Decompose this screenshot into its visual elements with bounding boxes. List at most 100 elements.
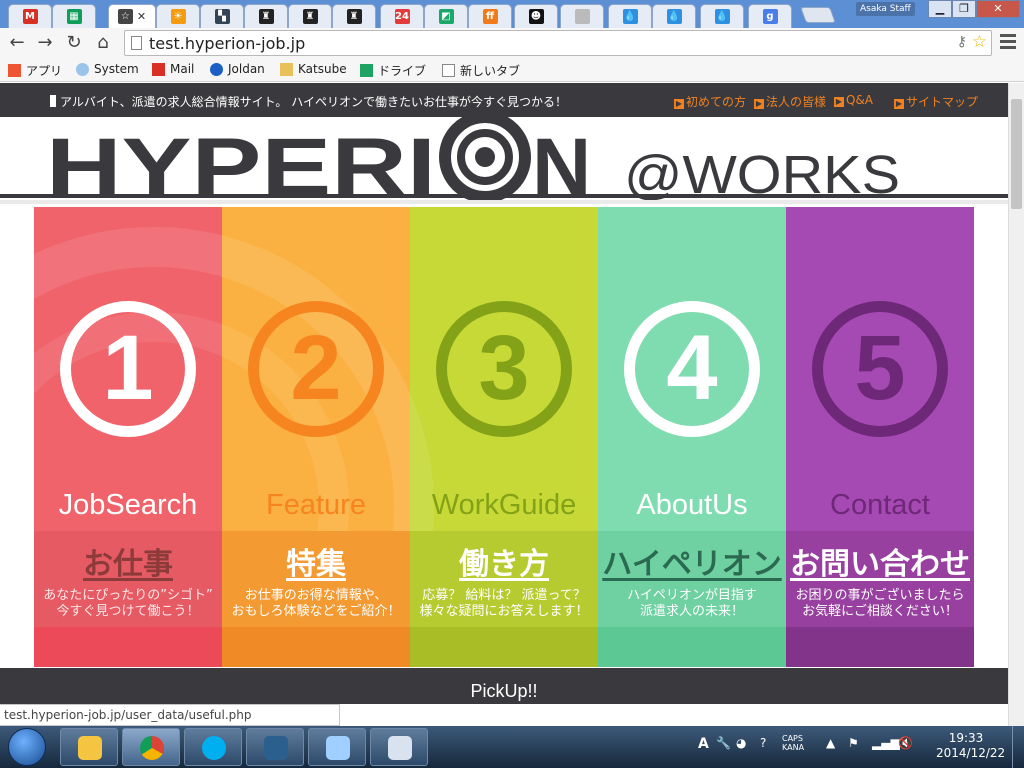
panel-japanese-title[interactable]: ハイペリオン xyxy=(598,539,786,583)
bookmark-star-icon[interactable]: ☆ xyxy=(972,32,987,52)
flag-icon[interactable]: ⚑ xyxy=(848,736,859,750)
profile-button[interactable]: Asaka Staff xyxy=(856,2,915,16)
panel-feature[interactable]: 2 Feature 特集お仕事のお得な情報や、 おもしろ体験などをご紹介！ xyxy=(222,207,410,667)
bookmark-gmail[interactable]: Mail xyxy=(152,62,194,76)
network-icon[interactable]: ▂▄▆ xyxy=(872,736,900,750)
close-tab-icon[interactable]: ✕ xyxy=(137,10,146,23)
panel-english-title: Feature xyxy=(266,489,366,521)
bookmark-joldan[interactable]: Joldan xyxy=(210,62,265,76)
minimize-button[interactable]: ▁ xyxy=(928,0,952,18)
sun-favicon-icon: ☀ xyxy=(170,9,186,24)
close-window-button[interactable]: ✕ xyxy=(976,0,1020,18)
panel-jobsearch[interactable]: 1 JobSearch お仕事 あなたにぴったりの”シゴト” 今すぐ見つけて働こう！ xyxy=(34,207,222,667)
link-first-time[interactable]: ▶ 初めての方 xyxy=(674,93,746,110)
panel-number-5: 5 xyxy=(812,301,948,437)
drive-icon xyxy=(360,64,373,77)
tab-shield3[interactable]: ♜ xyxy=(332,4,376,28)
panel-japanese-title[interactable]: お仕事 xyxy=(34,539,222,583)
taskbar-skype[interactable] xyxy=(184,728,242,766)
url-text[interactable]: test.hyperion-job.jp xyxy=(149,34,305,53)
pickup-heading[interactable]: PickUp!! xyxy=(0,681,1008,702)
tab-ff[interactable]: ff xyxy=(468,4,512,28)
tab-sun[interactable]: ☀ xyxy=(156,4,200,28)
panel-description: お仕事のお得な情報や、 おもしろ体験などをご紹介！ xyxy=(231,588,401,619)
gmail-icon xyxy=(152,62,165,76)
ime-icon[interactable]: A xyxy=(698,736,709,752)
restore-button[interactable]: ❐ xyxy=(952,0,976,18)
shield2-favicon-icon: ♜ xyxy=(302,9,318,24)
new-tab-button[interactable] xyxy=(800,7,836,23)
panel-aboutus[interactable]: 4 AboutUs ハイペリオン ハイペリオンが目指す 派遣求人の未来！ xyxy=(598,207,786,667)
green-favicon-icon: ◩ xyxy=(438,9,454,24)
ime-mode-icon[interactable]: ◕ xyxy=(736,736,746,750)
tab-shield1[interactable]: ♜ xyxy=(244,4,288,28)
tools-icon[interactable]: 🔧 xyxy=(716,736,731,750)
volume-muted-icon[interactable]: 🔇 xyxy=(898,736,913,750)
tray-expand-icon[interactable]: ▲ xyxy=(826,736,835,750)
menu-icon[interactable] xyxy=(1000,34,1016,50)
tab-gmail[interactable]: M xyxy=(8,4,52,28)
tab-doc1[interactable] xyxy=(560,4,604,28)
tab-news[interactable]: ▚ xyxy=(200,4,244,28)
bookmark-apps[interactable]: アプリ xyxy=(8,62,62,79)
bookmark-drive[interactable]: ドライブ xyxy=(360,62,426,79)
forward-button[interactable]: → xyxy=(34,32,56,54)
cloud-icon xyxy=(76,62,89,76)
panel-workguide[interactable]: 3 WorkGuide 働き方 応募？ 給料は？ 派遣って？ 様々な疑問にお答えします… xyxy=(410,207,598,667)
address-bar[interactable]: test.hyperion-job.jp ⚷ ☆ xyxy=(124,30,992,56)
calculator-icon xyxy=(388,736,412,760)
bookmark-page[interactable]: 新しいタブ xyxy=(442,62,520,79)
panel-footer xyxy=(222,627,410,667)
logo-divider-light xyxy=(0,200,1008,204)
bookmark-folder[interactable]: Katsube xyxy=(280,62,347,76)
link-sitemap[interactable]: ▶ サイトマップ xyxy=(894,93,978,110)
windows-taskbar: A 🔧 ◕ ? CAPS KANA ▲ ⚑ ▂▄▆ 🔇 19:33 2014/12/… xyxy=(0,726,1024,768)
site-logo[interactable]: HYPERI N @WORKS xyxy=(0,111,1008,213)
bookmark-cloud[interactable]: System xyxy=(76,62,139,76)
link-qa[interactable]: ▶ Q&A xyxy=(834,93,873,107)
home-button[interactable]: ⌂ xyxy=(92,32,114,54)
start-button[interactable] xyxy=(8,728,46,766)
scroll-thumb[interactable] xyxy=(1011,99,1022,209)
panel-japanese-title[interactable]: 働き方 xyxy=(410,539,598,583)
panel-description: ハイペリオンが目指す 派遣求人の未来！ xyxy=(627,588,757,619)
logo-divider xyxy=(0,194,1008,198)
tab-google[interactable]: g xyxy=(748,4,792,28)
tab-24-7[interactable]: 24 xyxy=(380,4,424,28)
back-button[interactable]: ← xyxy=(6,32,28,54)
bookmark-label: ドライブ xyxy=(378,64,427,78)
tab-sheets[interactable]: ▦ xyxy=(52,4,96,28)
taskbar-notepad[interactable] xyxy=(308,728,366,766)
taskbar-explorer[interactable] xyxy=(60,728,118,766)
tab-drop1[interactable]: 💧 xyxy=(608,4,652,28)
tab-drop3[interactable]: 💧 xyxy=(700,4,744,28)
tab-shield2[interactable]: ♜ xyxy=(288,4,332,28)
panel-number-1: 1 xyxy=(60,301,196,437)
show-desktop-button[interactable] xyxy=(1012,726,1024,768)
key-icon[interactable]: ⚷ xyxy=(957,34,967,50)
panel-japanese-title[interactable]: 特集 xyxy=(222,539,410,583)
reload-button[interactable]: ↻ xyxy=(63,32,85,54)
logo-n: N xyxy=(532,122,591,201)
panel-contact[interactable]: 5 Contact お問い合わせ お困りの事がございましたら お気軽にご相談ください！ xyxy=(786,207,974,667)
taskbar-app[interactable] xyxy=(246,728,304,766)
taskbar-chrome[interactable] xyxy=(122,728,180,766)
ff-favicon-icon: ff xyxy=(482,9,498,24)
taskbar-calculator[interactable] xyxy=(370,728,428,766)
panel-number-2: 2 xyxy=(248,301,384,437)
drop1-favicon-icon: 💧 xyxy=(622,9,638,24)
panel-description: 応募？ 給料は？ 派遣って？ 様々な疑問にお答えします！ xyxy=(419,588,589,619)
tab-active[interactable]: ☆ ✕ xyxy=(108,4,156,28)
tab-cat[interactable]: ☻ xyxy=(514,4,558,28)
link-corporate[interactable]: ▶ 法人の皆様 xyxy=(754,93,826,110)
clock[interactable]: 19:33 2014/12/22 xyxy=(936,731,1005,761)
page-scrollbar[interactable] xyxy=(1008,83,1024,726)
panel-japanese-title[interactable]: お問い合わせ xyxy=(786,539,974,583)
help-icon[interactable]: ? xyxy=(760,736,766,750)
tab-green[interactable]: ◩ xyxy=(424,4,468,28)
logo-hyperi: HYPERI xyxy=(46,122,436,201)
doc1-favicon-icon xyxy=(574,9,590,24)
panel-number-4: 4 xyxy=(624,301,760,437)
google-favicon-icon: g xyxy=(762,9,778,24)
tab-drop2[interactable]: 💧 xyxy=(652,4,696,28)
